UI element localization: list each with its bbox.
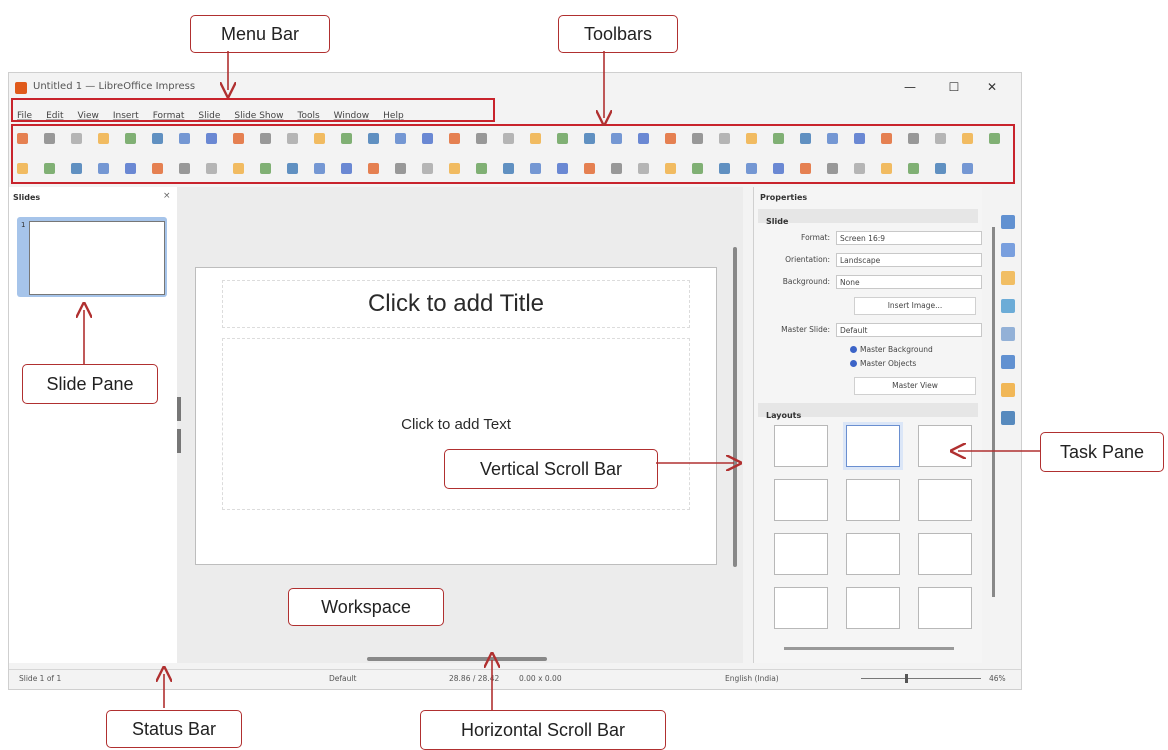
annotation-arrows bbox=[0, 51, 1040, 710]
